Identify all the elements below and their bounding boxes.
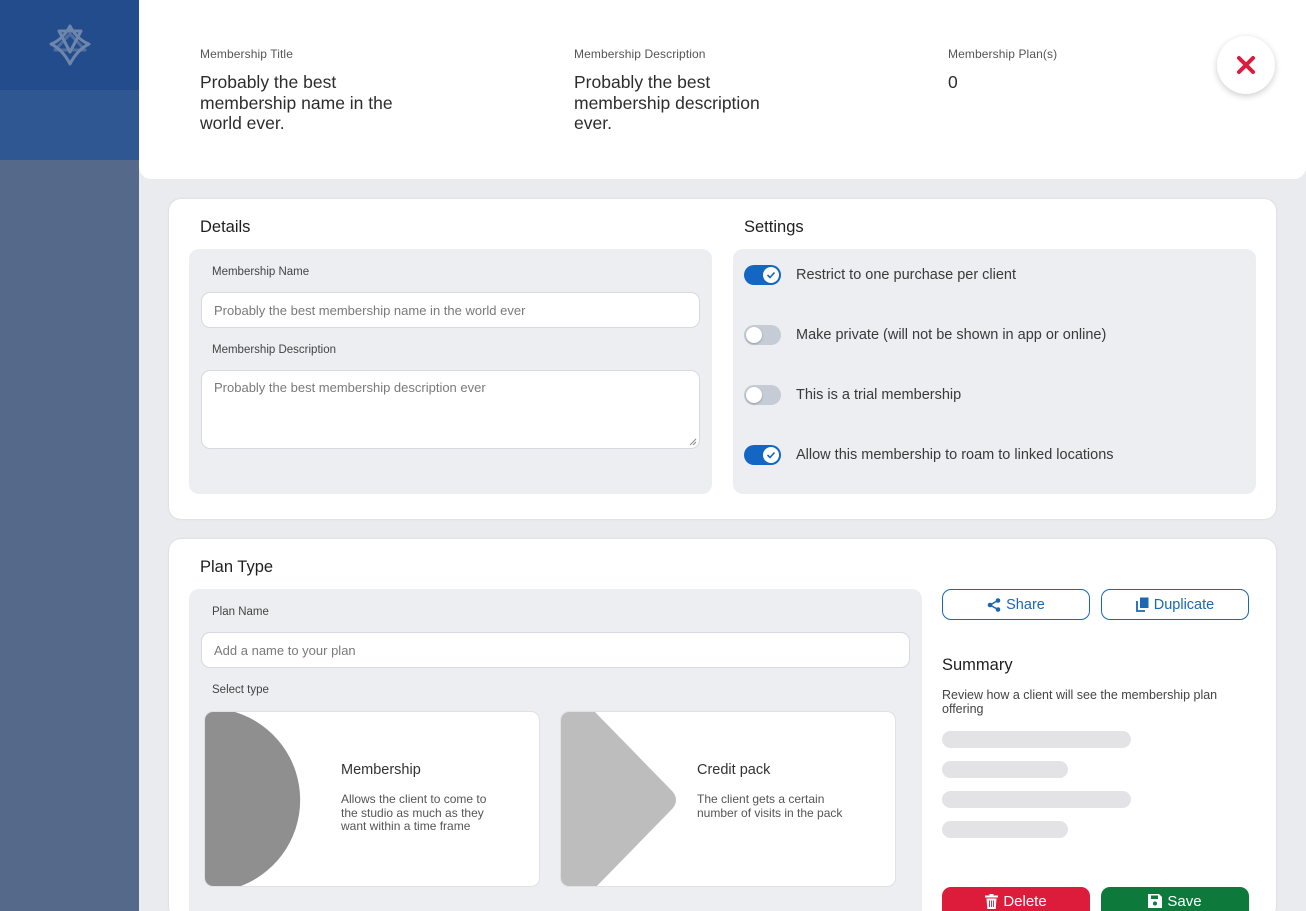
- logo-icon: [49, 24, 90, 66]
- setting-label: Allow this membership to roam to linked …: [796, 447, 1114, 463]
- delete-label: Delete: [1003, 893, 1047, 910]
- setting-restrict-one-purchase: Restrict to one purchase per client: [744, 264, 1016, 286]
- check-icon: [766, 451, 776, 459]
- save-button[interactable]: Save: [1101, 887, 1249, 911]
- restrict-one-purchase-toggle[interactable]: [744, 265, 781, 285]
- plan-type-title: Credit pack: [697, 762, 771, 778]
- summary-skeleton-line: [942, 761, 1068, 778]
- membership-name-input[interactable]: Probably the best membership name in the…: [201, 292, 700, 328]
- trial-membership-toggle[interactable]: [744, 385, 781, 405]
- membership-description-placeholder: Probably the best membership description…: [214, 380, 486, 395]
- membership-header: Membership Title Probably the best membe…: [139, 0, 1306, 179]
- plan-panel: Plan Name Add a name to your plan Select…: [189, 589, 922, 911]
- membership-name-placeholder: Probably the best membership name in the…: [214, 302, 526, 318]
- save-icon: [1148, 894, 1163, 908]
- membership-description-label: Membership Description: [574, 47, 706, 61]
- membership-name-label: Membership Name: [212, 266, 310, 278]
- membership-description-field-label: Membership Description: [212, 344, 336, 356]
- membership-description-summary: Membership Description Probably the best…: [574, 47, 796, 134]
- duplicate-label: Duplicate: [1153, 596, 1215, 613]
- make-private-toggle[interactable]: [744, 325, 781, 345]
- setting-make-private: Make private (will not be shown in app o…: [744, 324, 1106, 346]
- setting-trial-membership: This is a trial membership: [744, 384, 961, 406]
- duplicate-button[interactable]: Duplicate: [1101, 589, 1249, 620]
- settings-heading: Settings: [744, 218, 804, 236]
- membership-title-value: Probably the best membership name in the…: [200, 72, 393, 133]
- membership-plans-summary: Membership Plan(s) 0: [948, 47, 1180, 93]
- membership-shape-icon: [205, 712, 301, 886]
- close-button[interactable]: [1217, 36, 1275, 94]
- sidebar-nav-item-active[interactable]: [0, 90, 139, 160]
- summary-description: Review how a client will see the members…: [942, 688, 1218, 716]
- setting-label: Make private (will not be shown in app o…: [796, 327, 1107, 343]
- details-settings-card: Details Settings Membership Name Probabl…: [169, 199, 1276, 519]
- main-content: Membership Title Probably the best membe…: [139, 0, 1306, 911]
- details-panel: Membership Name Probably the best member…: [189, 249, 712, 494]
- details-heading: Details: [200, 218, 251, 236]
- plan-type-description: Allows the client to come to the studio …: [341, 792, 487, 833]
- plan-name-label: Plan Name: [212, 606, 269, 618]
- trash-icon: [985, 894, 999, 909]
- plan-name-input[interactable]: Add a name to your plan: [201, 632, 910, 668]
- share-button[interactable]: Share: [942, 589, 1090, 620]
- plan-type-card: Plan Type Plan Name Add a name to your p…: [169, 539, 1276, 911]
- membership-title-summary: Membership Title Probably the best membe…: [200, 47, 432, 134]
- plan-type-membership-card[interactable]: Membership Allows the client to come to …: [204, 711, 540, 887]
- plan-name-placeholder: Add a name to your plan: [214, 642, 356, 658]
- summary-heading: Summary: [942, 656, 1013, 674]
- logo-area[interactable]: [0, 0, 139, 90]
- summary-skeleton-line: [942, 731, 1131, 748]
- membership-title-label: Membership Title: [200, 47, 293, 61]
- save-label: Save: [1167, 893, 1202, 910]
- membership-plans-label: Membership Plan(s): [948, 47, 1058, 61]
- plan-type-credit-pack-card[interactable]: Credit pack The client gets a certain nu…: [560, 711, 896, 887]
- summary-skeleton-line: [942, 821, 1068, 838]
- plan-type-heading: Plan Type: [200, 558, 274, 576]
- credit-pack-shape-icon: [561, 712, 676, 886]
- sidebar: [0, 0, 139, 911]
- membership-description-textarea[interactable]: Probably the best membership description…: [201, 370, 700, 449]
- share-label: Share: [1006, 596, 1045, 613]
- membership-description-value: Probably the best membership description…: [574, 72, 760, 133]
- setting-roam-linked-locations: Allow this membership to roam to linked …: [744, 444, 1114, 466]
- settings-panel: Restrict to one purchase per client Make…: [733, 249, 1256, 494]
- roam-linked-locations-toggle[interactable]: [744, 445, 781, 465]
- plan-type-description: The client gets a certain number of visi…: [697, 792, 843, 820]
- select-type-label: Select type: [212, 684, 269, 696]
- setting-label: Restrict to one purchase per client: [796, 267, 1017, 283]
- resize-grip-icon[interactable]: [689, 438, 697, 446]
- membership-plans-count: 0: [948, 72, 958, 92]
- duplicate-icon: [1135, 597, 1149, 612]
- setting-label: This is a trial membership: [796, 387, 962, 403]
- share-icon: [987, 597, 1001, 612]
- plan-type-title: Membership: [341, 762, 421, 778]
- close-icon: [1237, 56, 1255, 74]
- check-icon: [766, 271, 776, 279]
- summary-skeleton-line: [942, 791, 1131, 808]
- delete-button[interactable]: Delete: [942, 887, 1090, 911]
